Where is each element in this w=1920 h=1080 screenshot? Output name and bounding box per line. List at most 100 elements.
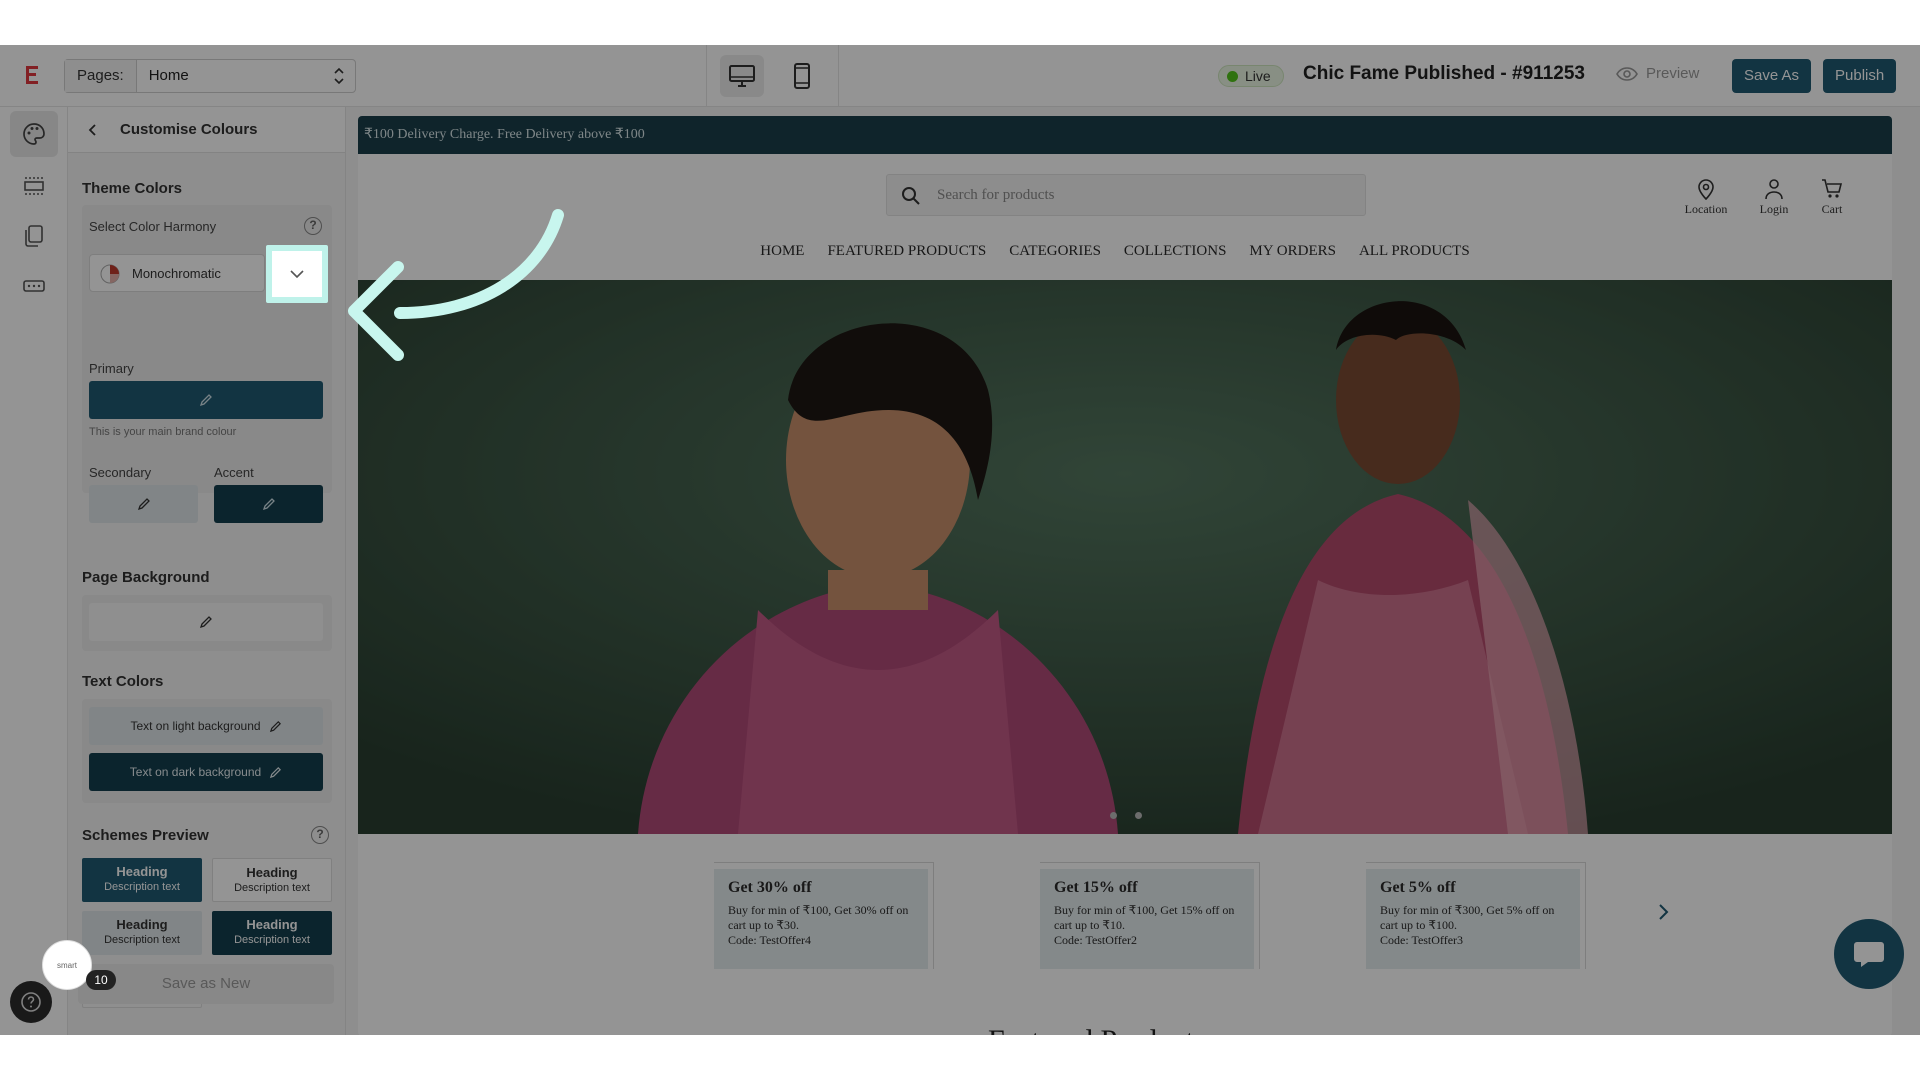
mobile-icon [794,63,810,89]
offer-card[interactable]: Get 15% off Buy for min of ₹100, Get 15%… [1040,869,1254,969]
nav-featured-products[interactable]: FEATURED PRODUCTS [827,243,986,260]
rail-sections-button[interactable] [10,163,58,209]
question-icon [21,992,41,1012]
page-background-heading: Page Background [82,569,210,586]
input-field-icon [23,280,45,292]
text-colors-heading: Text Colors [82,673,164,690]
color-harmony-select[interactable]: Monochromatic [89,254,265,292]
color-harmony-label: Select Color Harmony [89,219,217,234]
rail-pages-button[interactable] [10,213,58,259]
carousel-dot[interactable] [1110,812,1117,819]
accent-label: Accent [214,465,254,480]
smart-label: smart [57,961,77,970]
rail-forms-button[interactable] [10,263,58,309]
cart-label: Cart [1821,202,1843,216]
screen: Pages: Home Live Chic Fame Published - #… [0,0,1920,1080]
divider [706,45,707,107]
nav-all-products[interactable]: ALL PRODUCTS [1359,243,1470,260]
help-circle-icon[interactable]: ? [304,217,322,235]
scheme-secondary[interactable]: Heading Description text [82,911,202,955]
secondary-color-swatch[interactable] [89,485,198,523]
pencil-icon [199,616,212,629]
location-link[interactable]: Location [1676,178,1736,217]
top-bar: Pages: Home Live Chic Fame Published - #… [0,45,1920,107]
hero-banner[interactable] [358,280,1892,834]
tutorial-arrow-icon [348,209,564,361]
live-status-badge: Live [1218,65,1284,87]
pencil-icon [137,498,150,511]
mobile-view-button[interactable] [780,55,824,97]
divider [838,45,839,107]
help-button[interactable] [10,981,52,1023]
scheme-heading: Heading [246,917,298,932]
rail-colors-button[interactable] [10,111,58,157]
text-dark-button[interactable]: Text on dark background [89,753,323,791]
pages-select[interactable]: Home [137,60,355,92]
pages-label: Pages: [65,60,137,92]
chat-button[interactable] [1834,919,1904,989]
nav-my-orders[interactable]: MY ORDERS [1249,243,1336,260]
scheme-heading: Heading [246,865,298,880]
user-icon [1765,179,1783,200]
offer-desc: Buy for min of ₹100, Get 15% off on cart… [1054,903,1235,932]
carousel-dot[interactable] [1135,812,1142,819]
publish-button[interactable]: Publish [1823,59,1897,93]
primary-hint: This is your main brand colour [89,426,237,438]
save-as-new-button[interactable]: Save as New [78,964,334,1004]
desktop-icon [729,65,755,87]
offer-card[interactable]: Get 5% off Buy for min of ₹300, Get 5% o… [1366,869,1580,969]
page-background-swatch[interactable] [89,603,323,641]
search-icon [902,187,920,205]
pencil-icon [262,498,275,511]
harmony-wheel-icon [100,264,120,284]
primary-color-swatch[interactable] [89,381,323,419]
nav-categories[interactable]: CATEGORIES [1009,243,1101,260]
scheme-desc: Description text [104,934,180,946]
cart-icon [1822,179,1843,198]
location-pin-icon [1698,179,1714,200]
store-nav: HOME FEATURED PRODUCTS CATEGORIES COLLEC… [358,243,1892,260]
store-search-input[interactable]: Search for products [886,174,1366,216]
help-circle-icon[interactable]: ? [311,826,329,844]
carousel-dots[interactable] [1110,812,1142,819]
eye-icon [1616,66,1638,81]
smart-widget[interactable]: smart [42,940,92,990]
scheme-accent[interactable]: Heading Description text [212,911,332,955]
accent-color-swatch[interactable] [214,485,323,523]
panel-title: Customise Colours [120,121,258,138]
nav-home[interactable]: HOME [760,243,804,260]
featured-heading: Featured Products [988,1024,1205,1035]
nav-collections[interactable]: COLLECTIONS [1124,243,1227,260]
text-dark-label: Text on dark background [129,765,262,779]
chevron-down-icon [290,270,304,279]
scheme-primary[interactable]: Heading Description text [82,858,202,902]
scheme-light[interactable]: Heading Description text [212,858,332,902]
page-selector[interactable]: Pages: Home [64,59,356,93]
offer-code: Code: TestOffer3 [1380,933,1464,947]
desktop-view-button[interactable] [720,55,764,97]
offer-title: Get 5% off [1380,879,1456,896]
preview-button[interactable]: Preview [1616,65,1699,82]
scheme-desc: Description text [234,882,310,894]
pencil-icon [270,766,282,778]
offer-card[interactable]: Get 30% off Buy for min of ₹100, Get 30%… [714,869,928,969]
login-link[interactable]: Login [1744,178,1804,217]
pages-value: Home [148,67,189,84]
text-light-button[interactable]: Text on light background [89,707,323,745]
updown-chevron-icon [334,67,344,85]
text-light-label: Text on light background [130,719,261,733]
offer-code: Code: TestOffer4 [728,933,812,947]
app-logo-icon[interactable] [20,63,44,87]
harmony-dropdown-button[interactable] [266,245,328,303]
notification-count-badge: 10 [86,970,116,990]
cart-link[interactable]: Cart [1802,178,1862,217]
pencil-icon [199,394,212,407]
announcement-bar: ₹100 Delivery Charge. Free Delivery abov… [358,116,1892,154]
scheme-desc: Description text [104,881,180,893]
chevron-right-icon[interactable] [1656,902,1670,922]
offer-desc: Buy for min of ₹100, Get 30% off on cart… [728,903,909,932]
back-chevron-icon[interactable] [84,121,102,139]
scheme-heading: Heading [116,864,168,879]
pencil-icon [269,720,281,732]
save-as-button[interactable]: Save As [1732,59,1812,93]
